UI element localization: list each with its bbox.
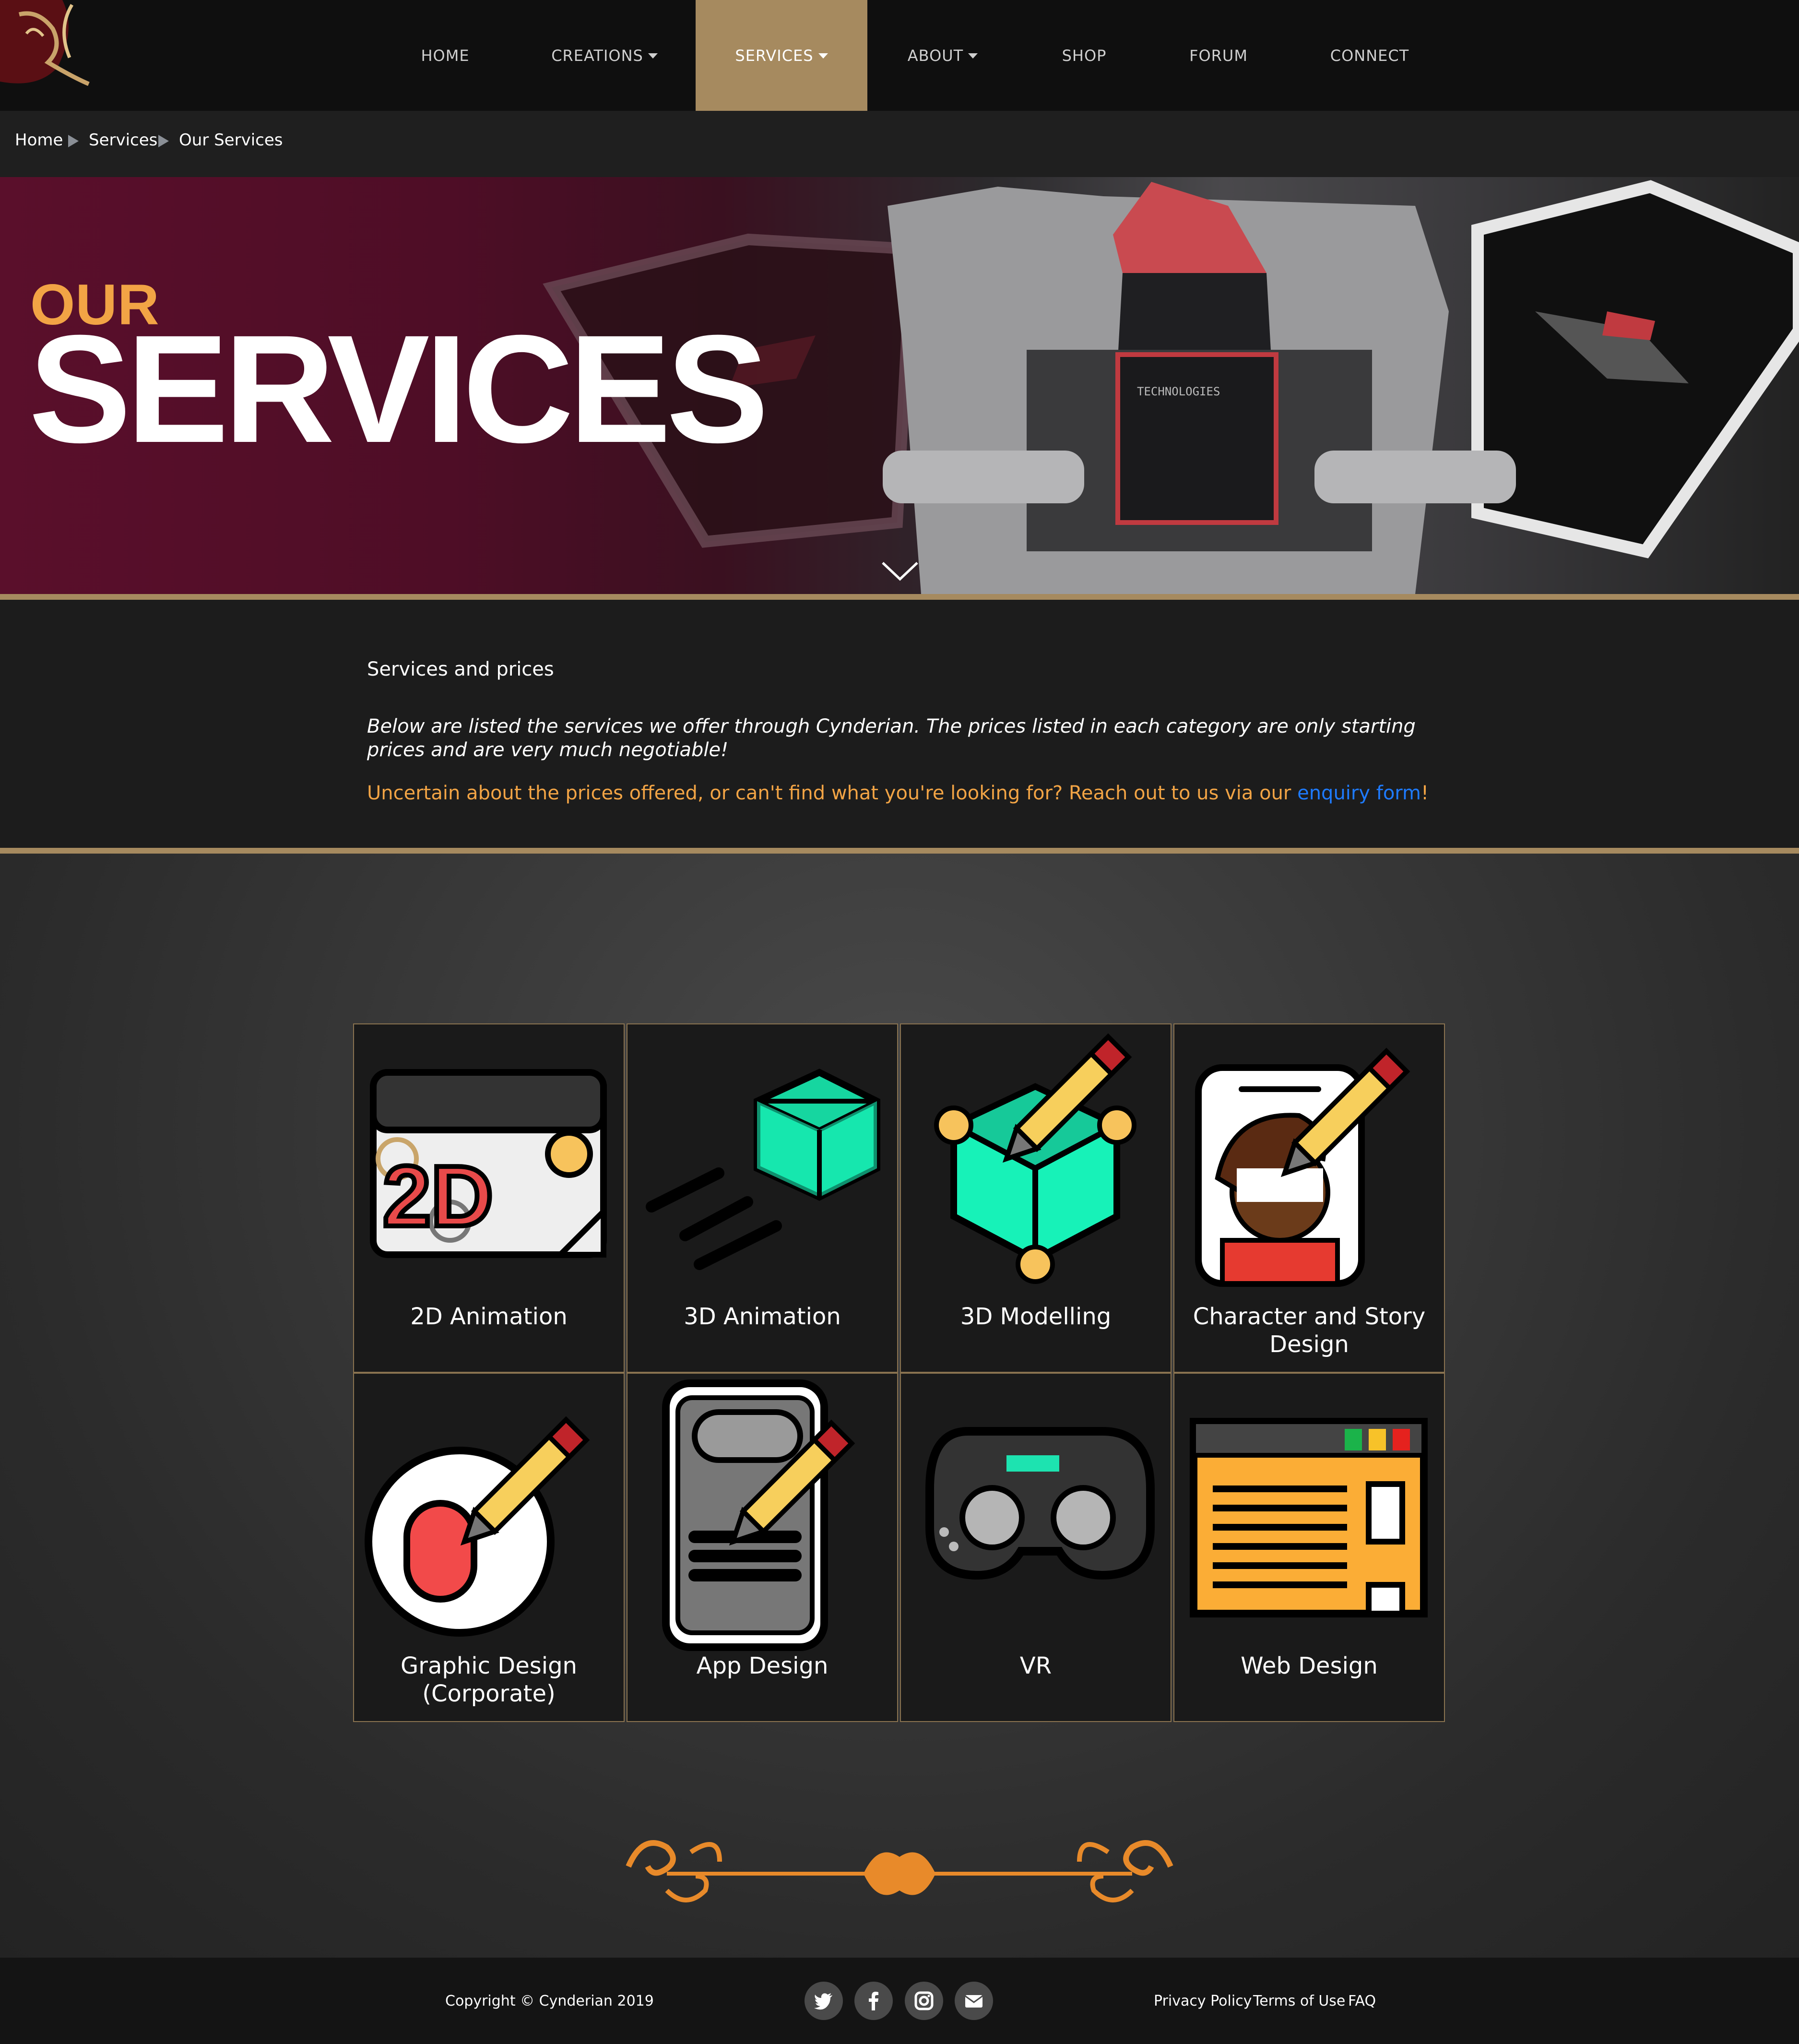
- instagram-icon: [914, 1991, 934, 2010]
- graphic-design-icon: [365, 1416, 590, 1637]
- service-label: Web Design: [1241, 1652, 1378, 1679]
- 3d-animation-icon: [646, 1069, 880, 1270]
- terms-of-use-link[interactable]: Terms of Use: [1253, 1993, 1345, 2009]
- service-card-web-design[interactable]: Web Design: [1173, 1373, 1445, 1722]
- twitter-icon: [814, 1993, 832, 2010]
- service-card-character-design[interactable]: Character and Story Design: [1173, 1023, 1445, 1373]
- intro-cta-end: !: [1421, 782, 1429, 804]
- ornament-divider: [626, 1840, 1173, 1902]
- service-card-3d-modelling[interactable]: 3D Modelling: [900, 1023, 1172, 1373]
- chevron-down-icon[interactable]: [881, 561, 919, 582]
- web-design-icon: [1190, 1418, 1428, 1617]
- caret-down-icon: [968, 53, 978, 59]
- twitter-link[interactable]: [805, 1982, 843, 2020]
- service-card-app-design[interactable]: App Design: [627, 1373, 898, 1722]
- nav-shop[interactable]: SHOP: [1041, 0, 1127, 111]
- service-card-2d-animation[interactable]: 2D 2D Animation: [353, 1023, 625, 1373]
- intro-heading: Services and prices: [367, 658, 554, 680]
- service-label: Character and Story Design: [1193, 1303, 1426, 1358]
- nav-creations[interactable]: CREATIONS: [537, 0, 672, 111]
- instagram-link[interactable]: [905, 1982, 943, 2020]
- page-title: SERVICES: [29, 303, 769, 475]
- email-icon: [965, 1995, 983, 2008]
- faq-link[interactable]: FAQ: [1348, 1993, 1376, 2009]
- service-card-graphic-design[interactable]: Graphic Design (Corporate): [353, 1373, 625, 1722]
- enquiry-form-link[interactable]: enquiry form: [1297, 782, 1421, 804]
- intro-cta-text: Uncertain about the prices offered, or c…: [367, 782, 1298, 804]
- intro-paragraph: Below are listed the services we offer t…: [367, 715, 1416, 761]
- divider: [0, 594, 1799, 600]
- caret-down-icon: [648, 53, 658, 59]
- facebook-link[interactable]: [854, 1982, 893, 2020]
- nav-connect[interactable]: CONNECT: [1314, 0, 1425, 111]
- breadcrumb-services[interactable]: Services: [89, 131, 157, 150]
- service-label: Graphic Design (Corporate): [401, 1652, 577, 1707]
- site-footer: [0, 1958, 1799, 2044]
- nav-forum[interactable]: FORUM: [1171, 0, 1266, 111]
- copyright-text: Copyright © Cynderian 2019: [445, 1993, 654, 2009]
- nav-services[interactable]: SERVICES: [696, 0, 867, 111]
- breadcrumb-current: Our Services: [179, 131, 283, 150]
- service-label: VR: [1019, 1652, 1052, 1679]
- app-design-icon: [662, 1379, 855, 1651]
- nav-about[interactable]: ABOUT: [897, 0, 988, 111]
- email-link[interactable]: [955, 1982, 993, 2020]
- service-card-vr[interactable]: VR: [900, 1373, 1172, 1722]
- divider: [0, 848, 1799, 854]
- privacy-policy-link[interactable]: Privacy Policy: [1154, 1993, 1252, 2009]
- breadcrumb-separator-icon: [68, 135, 79, 147]
- service-label: 3D Animation: [684, 1303, 841, 1330]
- svg-text:2D: 2D: [383, 1148, 493, 1245]
- facebook-icon: [869, 1992, 878, 2010]
- site-logo[interactable]: [0, 0, 96, 86]
- character-design-icon: [1195, 1047, 1410, 1287]
- svg-text:TECHNOLOGIES: TECHNOLOGIES: [1137, 385, 1220, 398]
- service-label: 3D Modelling: [960, 1303, 1112, 1330]
- service-label: App Design: [696, 1652, 828, 1679]
- 2d-animation-icon: 2D: [370, 1069, 607, 1258]
- caret-down-icon: [818, 53, 828, 59]
- intro-cta: Uncertain about the prices offered, or c…: [367, 782, 1470, 804]
- service-card-3d-animation[interactable]: 3D Animation: [627, 1023, 898, 1373]
- nav-home[interactable]: HOME: [403, 0, 487, 111]
- vr-headset-icon: [925, 1427, 1155, 1580]
- breadcrumb-separator-icon: [158, 135, 169, 147]
- service-label: 2D Animation: [410, 1303, 568, 1330]
- breadcrumb-home[interactable]: Home: [15, 131, 63, 150]
- 3d-modelling-icon: [934, 1033, 1136, 1284]
